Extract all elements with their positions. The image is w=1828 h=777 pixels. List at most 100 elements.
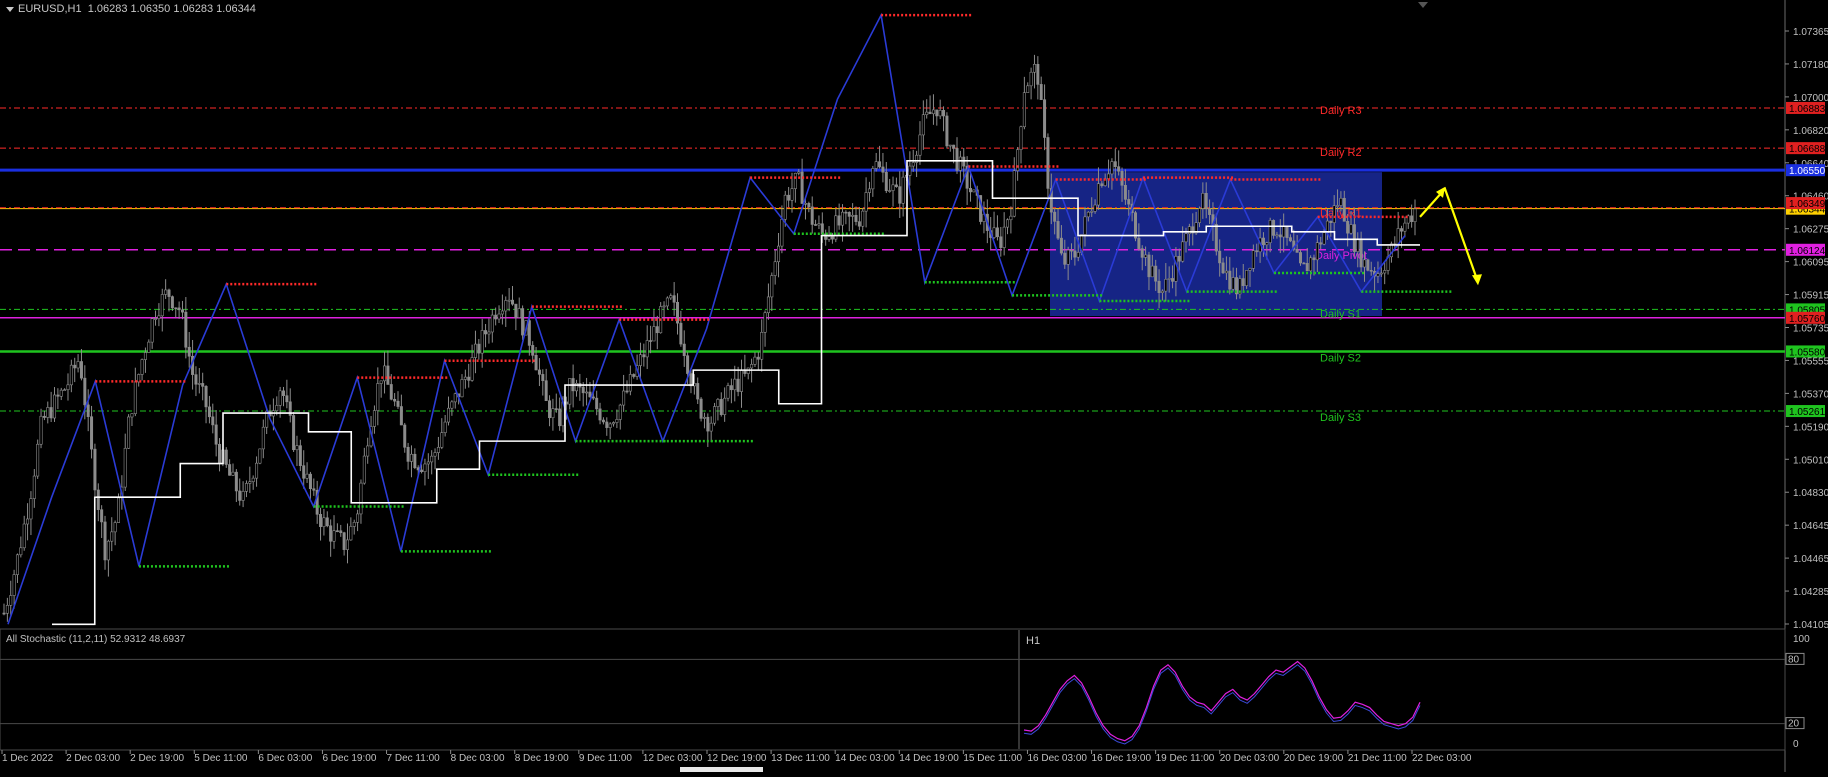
- time-tick-label: 21 Dec 11:00: [1348, 753, 1407, 764]
- candle-body: [319, 514, 323, 527]
- ohlc-label: 1.06283 1.06350 1.06283 1.06344: [87, 3, 256, 15]
- price-tag-label: 1.06550: [1789, 166, 1826, 177]
- candle-body: [409, 453, 413, 462]
- time-tick-label: 22 Dec 03:00: [1412, 753, 1472, 764]
- daily-s1-label: Daily S1: [1320, 308, 1361, 320]
- candle-body: [918, 134, 922, 156]
- daily-s3-label: Daily S3: [1320, 412, 1361, 424]
- candle-body: [1369, 270, 1373, 272]
- candle-body: [632, 374, 636, 377]
- chart-canvas[interactable]: 1.073651.071801.070001.068201.066401.064…: [0, 0, 1828, 772]
- candle-body: [1272, 220, 1276, 236]
- candle-body: [1356, 238, 1360, 252]
- candle-body: [713, 406, 717, 424]
- horizontal-scrollbar[interactable]: [680, 767, 763, 772]
- candle-body: [608, 423, 612, 428]
- candle-body: [652, 326, 656, 342]
- candle-body: [497, 313, 501, 320]
- candle-body: [103, 521, 107, 561]
- candle-body: [9, 595, 13, 606]
- time-tick-label: 12 Dec 19:00: [707, 753, 767, 764]
- candle-body: [1066, 249, 1070, 265]
- chart-window: 1.073651.071801.070001.068201.066401.064…: [0, 0, 1828, 772]
- candle-body: [1332, 205, 1336, 223]
- candle-body: [1006, 219, 1010, 228]
- candle-body: [537, 369, 541, 375]
- candle-body: [1362, 259, 1366, 268]
- candle-body: [591, 396, 595, 399]
- time-tick-label: 12 Dec 03:00: [643, 753, 703, 764]
- candle-body: [1400, 228, 1404, 232]
- candle-body: [1137, 237, 1141, 249]
- candle-body: [180, 309, 184, 313]
- stoch-axis-80: 80: [1788, 654, 1800, 665]
- candle-body: [389, 384, 393, 400]
- candle-body: [1171, 278, 1175, 282]
- price-tick-label: 1.04285: [1793, 587, 1828, 598]
- candle-body: [649, 340, 653, 342]
- candle-body: [820, 223, 824, 235]
- time-tick-label: 20 Dec 19:00: [1284, 753, 1344, 764]
- candle-body: [1268, 220, 1272, 243]
- candle-body: [403, 424, 407, 448]
- candle-body: [1278, 234, 1282, 238]
- candle-body: [106, 540, 110, 561]
- candle-body: [90, 416, 94, 450]
- candle-body: [234, 471, 238, 492]
- candle-body: [278, 390, 282, 406]
- candle-body: [968, 188, 972, 193]
- candle-body: [942, 110, 946, 117]
- candle-body: [763, 312, 767, 333]
- candle-body: [945, 115, 949, 147]
- candle-body: [157, 315, 161, 319]
- candle-body: [972, 189, 976, 193]
- timeframe-label: H1: [1026, 635, 1040, 647]
- candle-body: [204, 386, 208, 408]
- stoch-axis-0: 0: [1793, 739, 1799, 750]
- candle-body: [935, 109, 939, 117]
- daily-s2-label: Daily S2: [1320, 352, 1361, 364]
- candle-body: [376, 383, 380, 411]
- candle-body: [952, 144, 956, 149]
- symbol-label: EURUSD,H1: [18, 3, 82, 15]
- time-tick-label: 16 Dec 19:00: [1092, 753, 1152, 764]
- candle-body: [1352, 224, 1356, 252]
- candle-body: [36, 443, 40, 477]
- candle-body: [1197, 208, 1201, 223]
- candle-body: [864, 192, 868, 212]
- candle-body: [1100, 183, 1104, 186]
- candle-body: [1376, 273, 1380, 277]
- candle-body: [733, 378, 737, 391]
- candle-body: [147, 341, 151, 353]
- candle-body: [612, 422, 616, 425]
- time-tick-label: 8 Dec 19:00: [515, 753, 569, 764]
- dropdown-icon[interactable]: [6, 6, 14, 12]
- candle-body: [1147, 254, 1151, 278]
- candle-body: [551, 408, 555, 419]
- candle-body: [406, 446, 410, 462]
- candle-body: [1022, 92, 1026, 128]
- candle-body: [211, 416, 215, 426]
- chart-title: EURUSD,H1 1.06283 1.06350 1.06283 1.0634…: [6, 3, 256, 15]
- candle-body: [1245, 270, 1249, 286]
- candle-body: [736, 378, 740, 392]
- candle-body: [399, 406, 403, 426]
- candle-body: [477, 343, 481, 354]
- time-tick-label: 14 Dec 03:00: [835, 753, 895, 764]
- candle-body: [1248, 267, 1252, 271]
- candle-body: [494, 314, 498, 320]
- price-tag-label: 1.06124: [1789, 246, 1826, 257]
- candle-body: [113, 522, 117, 533]
- candle-body: [345, 539, 349, 550]
- candle-body: [760, 332, 764, 360]
- candle-body: [1096, 183, 1100, 206]
- candle-body: [1282, 225, 1286, 238]
- candle-body: [669, 295, 673, 299]
- candle-body: [473, 343, 477, 358]
- candle-body: [1123, 185, 1127, 200]
- candle-body: [298, 445, 302, 466]
- price-tick-label: 1.06820: [1793, 126, 1828, 137]
- candle-body: [366, 445, 370, 457]
- price-tag-label: 1.05261: [1789, 407, 1826, 418]
- candle-body: [1043, 99, 1047, 138]
